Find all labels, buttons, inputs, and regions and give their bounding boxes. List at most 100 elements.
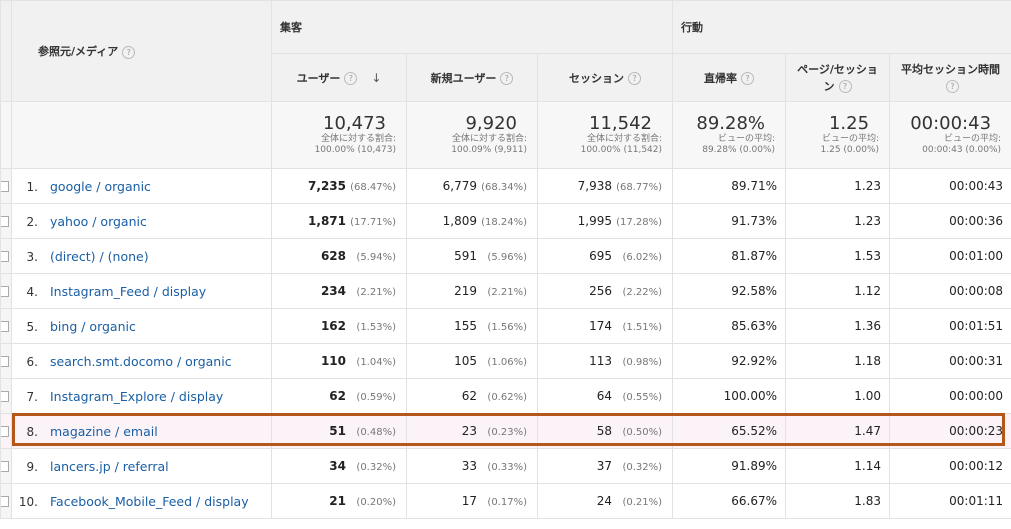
users-column-header[interactable]: ユーザー? ↓ bbox=[271, 53, 407, 102]
source-medium-link[interactable]: google / organic bbox=[50, 179, 151, 194]
bounce-rate-cell: 89.71% bbox=[672, 168, 787, 204]
sessions-percent: (0.32%) bbox=[622, 462, 663, 473]
analytics-table: 参照元/メディア? 集客 行動 ユーザー? ↓ 新規ユーザー? セッション? 直帰… bbox=[0, 0, 1011, 519]
new-users-percent: (2.21%) bbox=[487, 287, 527, 298]
sessions-cell: 64 (0.55%) bbox=[536, 378, 674, 414]
total-users-caption: 全体に対する割合: bbox=[320, 134, 396, 144]
source-medium-link[interactable]: bing / organic bbox=[50, 319, 136, 334]
row-checkbox[interactable] bbox=[0, 308, 12, 344]
avg-session-duration-cell: 00:00:00 bbox=[889, 378, 1011, 414]
sessions-cell: 1,995 (17.28%) bbox=[536, 203, 674, 239]
source-medium-cell: 7. Instagram_Explore / display bbox=[11, 378, 272, 414]
avg-session-duration-cell: 00:00:08 bbox=[889, 273, 1011, 309]
sessions-cell: 695 (6.02%) bbox=[536, 238, 674, 274]
avg-session-duration-label: 平均セッション時間 bbox=[901, 62, 1001, 76]
new-users-cell: 17 (0.17%) bbox=[406, 483, 538, 519]
source-medium-link[interactable]: search.smt.docomo / organic bbox=[50, 354, 232, 369]
total-new-users-caption: 全体に対する割合: bbox=[451, 134, 527, 144]
pages-per-session-cell: 1.53 bbox=[785, 238, 891, 274]
row-checkbox[interactable] bbox=[0, 378, 12, 414]
pages-per-session-cell: 1.47 bbox=[785, 413, 891, 449]
total-pages-share: 1.25 (0.00%) bbox=[820, 145, 880, 155]
users-value: 34 bbox=[329, 459, 346, 473]
new-users-cell: 219 (2.21%) bbox=[406, 273, 538, 309]
source-medium-link[interactable]: Instagram_Explore / display bbox=[50, 389, 223, 404]
dimension-header[interactable]: 参照元/メディア? bbox=[11, 0, 272, 102]
bounce-rate-cell: 65.52% bbox=[672, 413, 787, 449]
row-checkbox[interactable] bbox=[0, 238, 12, 274]
row-index: 7. bbox=[26, 389, 38, 404]
new-users-percent: (0.33%) bbox=[487, 462, 527, 473]
sort-descending-icon[interactable]: ↓ bbox=[371, 71, 381, 85]
new-users-column-header[interactable]: 新規ユーザー? bbox=[406, 53, 538, 102]
total-sessions-cell: 11,542 全体に対する割合: 100.00% (11,542) bbox=[536, 101, 674, 169]
row-checkbox[interactable] bbox=[0, 343, 12, 379]
row-checkbox[interactable] bbox=[0, 483, 12, 519]
table-row: 8. magazine / email 51 (0.48%) 23 (0.23%) 58 (0… bbox=[0, 413, 1011, 449]
help-icon[interactable]: ? bbox=[838, 80, 852, 93]
help-icon[interactable]: ? bbox=[122, 45, 136, 59]
new-users-percent: (5.96%) bbox=[487, 252, 527, 263]
help-icon[interactable]: ? bbox=[741, 72, 755, 85]
source-medium-link[interactable]: Instagram_Feed / display bbox=[50, 284, 206, 299]
total-sessions-share: 100.00% (11,542) bbox=[580, 145, 663, 155]
users-value: 1,871 bbox=[308, 214, 346, 228]
help-icon[interactable]: ? bbox=[628, 72, 641, 85]
sessions-percent: (6.02%) bbox=[622, 252, 663, 263]
source-medium-link[interactable]: yahoo / organic bbox=[50, 214, 147, 229]
sessions-percent: (17.28%) bbox=[616, 217, 663, 228]
help-icon[interactable]: ? bbox=[344, 72, 358, 85]
row-checkbox[interactable] bbox=[0, 413, 12, 449]
source-medium-link[interactable]: magazine / email bbox=[50, 424, 158, 439]
row-checkbox[interactable] bbox=[0, 273, 12, 309]
avg-session-duration-cell: 00:01:51 bbox=[889, 308, 1011, 344]
bounce-rate-cell: 91.73% bbox=[672, 203, 787, 239]
new-users-value: 219 bbox=[454, 284, 477, 298]
sessions-value: 1,995 bbox=[577, 214, 613, 228]
bounce-rate-cell: 92.58% bbox=[672, 273, 787, 309]
sessions-column-header[interactable]: セッション? bbox=[536, 53, 674, 102]
users-percent: (0.48%) bbox=[356, 427, 396, 438]
avg-session-duration-column-header[interactable]: 平均セッション時間 ? bbox=[889, 53, 1011, 102]
new-users-value: 591 bbox=[454, 249, 477, 263]
dimension-label: 参照元/メディア bbox=[38, 45, 119, 58]
total-bounce-caption: ビューの平均: bbox=[717, 134, 776, 144]
sessions-value: 58 bbox=[596, 424, 613, 438]
new-users-percent: (18.24%) bbox=[481, 217, 527, 228]
bounce-rate-cell: 66.67% bbox=[672, 483, 787, 519]
bounce-rate-cell: 81.87% bbox=[672, 238, 787, 274]
source-medium-link[interactable]: Facebook_Mobile_Feed / display bbox=[50, 494, 249, 509]
sessions-value: 695 bbox=[589, 249, 613, 263]
sessions-value: 37 bbox=[596, 459, 613, 473]
source-medium-cell: 6. search.smt.docomo / organic bbox=[11, 343, 272, 379]
bounce-rate-column-header[interactable]: 直帰率? bbox=[672, 53, 787, 102]
avg-session-duration-cell: 00:00:12 bbox=[889, 448, 1011, 484]
row-index: 10. bbox=[18, 494, 38, 509]
users-percent: (68.47%) bbox=[350, 182, 396, 193]
users-percent: (0.20%) bbox=[356, 497, 396, 508]
row-checkbox[interactable] bbox=[0, 448, 12, 484]
users-value: 162 bbox=[320, 319, 346, 333]
total-duration-value: 00:00:43 bbox=[910, 113, 992, 134]
new-users-percent: (0.23%) bbox=[487, 427, 527, 438]
help-icon[interactable]: ? bbox=[500, 72, 514, 85]
avg-session-duration-cell: 00:01:00 bbox=[889, 238, 1011, 274]
source-medium-link[interactable]: (direct) / (none) bbox=[50, 249, 149, 264]
source-medium-cell: 9. lancers.jp / referral bbox=[11, 448, 272, 484]
users-percent: (0.32%) bbox=[356, 462, 396, 473]
row-checkbox[interactable] bbox=[0, 168, 12, 204]
source-medium-link[interactable]: lancers.jp / referral bbox=[50, 459, 169, 474]
pages-per-session-label-line2: ン bbox=[823, 79, 835, 93]
users-percent: (0.59%) bbox=[356, 392, 396, 403]
pages-per-session-column-header[interactable]: ページ/セッショ ン? bbox=[785, 53, 891, 102]
new-users-percent: (1.06%) bbox=[487, 357, 527, 368]
users-cell: 1,871 (17.71%) bbox=[271, 203, 407, 239]
avg-session-duration-cell: 00:00:31 bbox=[889, 343, 1011, 379]
behavior-group-label: 行動 bbox=[681, 21, 704, 34]
new-users-cell: 105 (1.06%) bbox=[406, 343, 538, 379]
row-checkbox[interactable] bbox=[0, 203, 12, 239]
bounce-rate-cell: 92.92% bbox=[672, 343, 787, 379]
sessions-value: 174 bbox=[589, 319, 613, 333]
users-value: 628 bbox=[320, 249, 346, 263]
help-icon[interactable]: ? bbox=[946, 80, 960, 93]
